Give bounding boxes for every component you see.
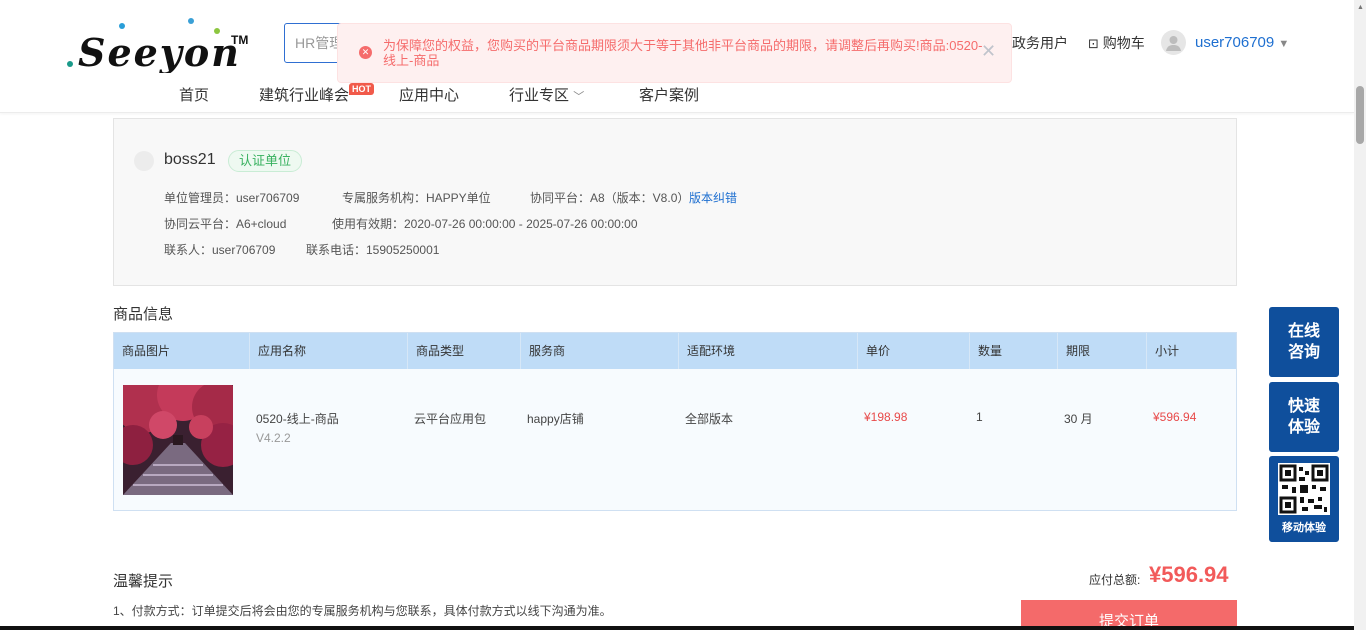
mobile-experience-label: 移动体验 (1282, 522, 1326, 534)
product-vendor: happy店铺 (527, 412, 584, 426)
error-alert: ✕ 为保障您的权益，您购买的平台商品期限须大于等于其他非平台商品的期限，请调整后… (337, 23, 1012, 83)
th-qty: 数量 (969, 333, 1002, 369)
total-label: 应付总额: (1089, 573, 1141, 587)
nav-home[interactable]: 首页 (179, 84, 209, 105)
th-image: 商品图片 (122, 344, 171, 358)
org-phone: 联系电话：15905250001 (306, 243, 440, 257)
product-name[interactable]: 0520-线上-商品 (256, 410, 339, 427)
product-subtotal: ¥596.94 (1153, 410, 1197, 424)
certified-badge: 认证单位 (228, 150, 303, 172)
product-image[interactable] (113, 369, 245, 495)
org-name: boss21 (164, 151, 216, 168)
alert-message: 为保障您的权益，您购买的平台商品期限须大于等于其他非平台商品的期限，请调整后再购… (383, 38, 983, 68)
product-table: 商品图片 应用名称 商品类型 服务商 适配环境 单价 数量 期限 小计 0520… (113, 332, 1237, 511)
product-section-title: 商品信息 (113, 306, 174, 323)
th-type: 商品类型 (407, 333, 464, 369)
service-user-link[interactable]: 政务用户 (1012, 33, 1068, 53)
nav-summit[interactable]: 建筑行业峰会 (259, 84, 349, 105)
qr-code-icon (1278, 463, 1330, 515)
username-dropdown[interactable]: user706709 ▼ (1195, 34, 1289, 51)
org-contact: 联系人：user706709 (164, 243, 276, 257)
chevron-down-icon: ﹀ (573, 91, 585, 103)
cart-link[interactable]: ⊡ 购物车 (1088, 33, 1145, 53)
online-consult-line-2: 咨询 (1287, 344, 1320, 361)
th-price: 单价 (857, 333, 890, 369)
product-period: 30 月 (1064, 412, 1093, 426)
product-price: ¥198.98 (864, 410, 908, 424)
org-service: 专属服务机构：HAPPY单位 (342, 191, 491, 205)
org-avatar (134, 151, 154, 171)
tips-line-1: 1、付款方式：订单提交后将会由您的专属服务机构与您联系，具体付款方式以线下沟通为… (113, 604, 612, 618)
th-subtotal: 小计 (1146, 333, 1179, 369)
scrollbar-thumb[interactable] (1356, 86, 1364, 144)
online-consult-line-1: 在线 (1287, 323, 1320, 340)
mobile-experience-button[interactable]: 移动体验 (1269, 456, 1339, 542)
scroll-up-icon[interactable]: ▲ (1357, 4, 1364, 11)
version-fix-link[interactable]: 版本纠错 (689, 189, 737, 206)
logo-tm: TM (231, 33, 248, 47)
svg-text:Seeyon: Seeyon (78, 30, 241, 73)
th-period: 期限 (1057, 333, 1090, 369)
th-env: 适配环境 (678, 333, 735, 369)
cart-label: 购物车 (1102, 35, 1145, 51)
product-env: 全部版本 (685, 412, 734, 426)
table-row: 0520-线上-商品 V4.2.2 云平台应用包 happy店铺 全部版本 ¥1… (113, 369, 1236, 510)
nav-industry[interactable]: 行业专区 ﹀ (509, 84, 584, 105)
taskbar-edge (0, 626, 1354, 630)
org-platform: 协同平台：A8（版本：V8.0） (530, 191, 690, 205)
org-info-card: boss21 认证单位 单位管理员：user706709 专属服务机构：HAPP… (113, 118, 1237, 286)
total-value: ¥596.94 (1149, 562, 1229, 587)
quick-experience-line-1: 快速 (1287, 398, 1320, 415)
nav-app-center[interactable]: 应用中心 (399, 84, 459, 105)
th-name: 应用名称 (249, 333, 306, 369)
nav-industry-label: 行业专区 (509, 87, 570, 104)
org-validity: 使用有效期：2020-07-26 00:00:00 - 2025-07-26 0… (332, 217, 638, 231)
page-scrollbar[interactable]: ▲ (1354, 0, 1366, 630)
product-type: 云平台应用包 (414, 412, 487, 426)
quick-experience-line-2: 体验 (1287, 419, 1320, 436)
close-icon[interactable]: ✕ (981, 41, 996, 62)
hot-badge: HOT (349, 83, 374, 95)
username: user706709 (1195, 34, 1275, 51)
nav-cases[interactable]: 客户案例 (639, 84, 699, 105)
th-vendor: 服务商 (520, 333, 565, 369)
product-version: V4.2.2 (256, 431, 291, 445)
quick-experience-button[interactable]: 快速 体验 (1269, 382, 1339, 452)
tips-title: 温馨提示 (113, 573, 174, 590)
org-admin: 单位管理员：user706709 (164, 191, 300, 205)
org-cloud: 协同云平台：A6+cloud (164, 217, 287, 231)
user-icon (1166, 36, 1181, 51)
cart-icon: ⊡ (1088, 36, 1099, 51)
caret-down-icon: ▼ (1278, 38, 1290, 50)
product-qty: 1 (976, 410, 983, 424)
user-avatar[interactable] (1161, 30, 1186, 55)
online-consult-button[interactable]: 在线 咨询 (1269, 307, 1339, 377)
table-header: 商品图片 应用名称 商品类型 服务商 适配环境 单价 数量 期限 小计 (114, 333, 1236, 369)
error-icon: ✕ (359, 46, 372, 59)
seeyon-logo[interactable]: Seeyon TM (66, 18, 256, 75)
